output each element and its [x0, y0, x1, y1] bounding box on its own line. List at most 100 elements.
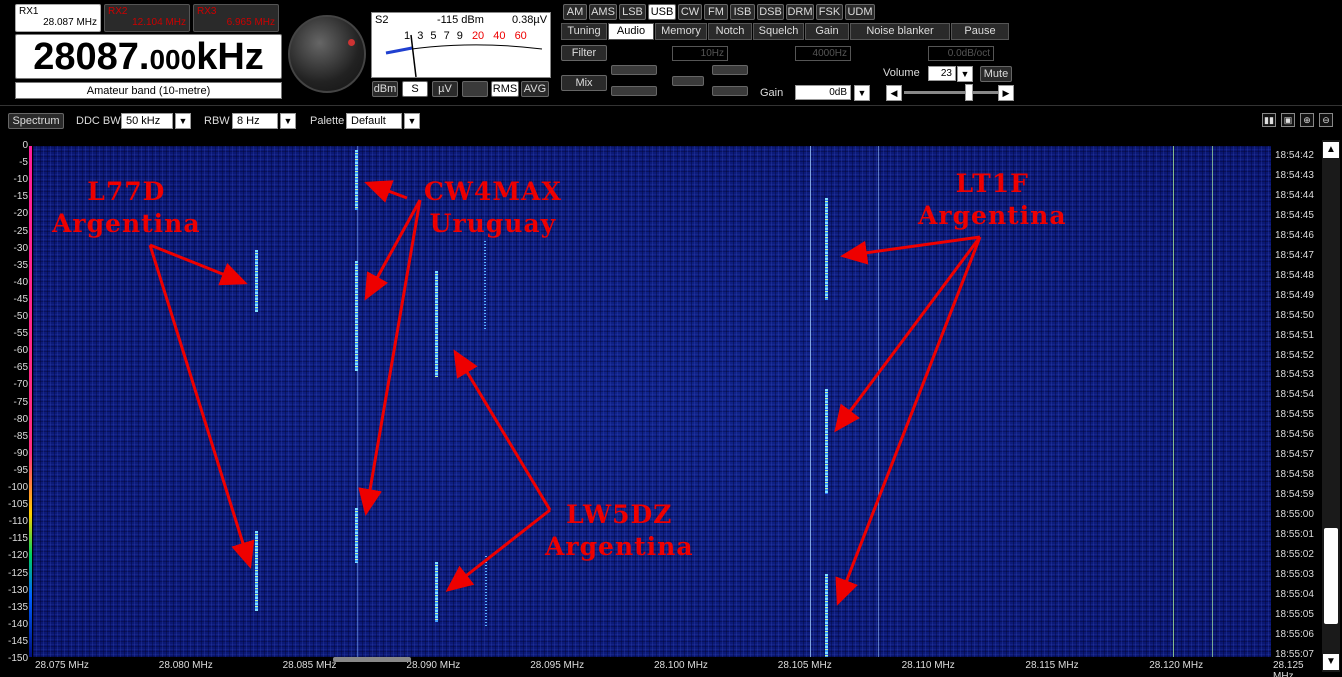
time-tick-label: 18:54:59: [1275, 489, 1314, 501]
time-tick-label: 18:55:00: [1275, 509, 1314, 521]
rbw-select[interactable]: 8 Hz: [232, 113, 278, 129]
annotation-lt1f-country: Argentina: [918, 201, 1067, 230]
zoom-out-icon[interactable]: ⊖: [1319, 113, 1333, 127]
mix-button[interactable]: Mix: [561, 75, 607, 91]
freq-main: 28087.: [33, 36, 150, 78]
volume-slider-track[interactable]: [904, 91, 998, 94]
mode-lsb-button[interactable]: LSB: [619, 4, 646, 20]
mode-drm-button[interactable]: DRM: [786, 4, 814, 20]
time-tick-label: 18:54:58: [1275, 469, 1314, 481]
tab-tuning[interactable]: Tuning: [561, 23, 607, 40]
mix-slot-3: [672, 76, 704, 86]
scroll-thumb[interactable]: [1324, 528, 1338, 624]
rx2-tab[interactable]: RX2 12.104 MHz: [104, 4, 190, 32]
db-tick-label: -35: [13, 259, 28, 271]
cw-signal-trace: [255, 250, 258, 312]
volume-field[interactable]: 23: [928, 66, 956, 81]
rms-button[interactable]: RMS: [491, 81, 519, 97]
gain-field[interactable]: 0dB: [795, 85, 851, 100]
time-tick-label: 18:54:56: [1275, 429, 1314, 441]
zoom-in-icon[interactable]: ⊕: [1300, 113, 1314, 127]
cw-signal-trace: [435, 271, 438, 377]
tuning-knob[interactable]: [288, 15, 366, 93]
time-tick-label: 18:55:04: [1275, 588, 1314, 600]
avg-button[interactable]: AVG: [521, 81, 549, 97]
mode-udm-button[interactable]: UDM: [845, 4, 875, 20]
ddc-bw-dropdown-icon[interactable]: ▼: [175, 113, 191, 129]
rx3-tab[interactable]: RX3 6.965 MHz: [193, 4, 279, 32]
freq-tick-label: 28.115 MHz: [1025, 660, 1079, 671]
freq-unit: kHz: [196, 36, 264, 78]
db-tick-label: -25: [13, 225, 28, 237]
scroll-up-icon[interactable]: ▲: [1323, 142, 1339, 158]
ddc-bw-select[interactable]: 50 kHz: [121, 113, 173, 129]
rx2-label: RX2: [108, 6, 128, 17]
tab-memory[interactable]: Memory: [655, 23, 707, 40]
filter-button[interactable]: Filter: [561, 45, 607, 61]
time-tick-label: 18:54:55: [1275, 409, 1314, 421]
gain-dropdown-icon[interactable]: ▼: [854, 85, 870, 101]
volume-dropdown-icon[interactable]: ▼: [957, 66, 973, 82]
knob-indicator: [348, 39, 355, 46]
tab-noise-blanker[interactable]: Noise blanker: [850, 23, 950, 40]
uv-button[interactable]: µV: [432, 81, 458, 97]
annotation-l77d-country: Argentina: [52, 209, 201, 238]
palette-select[interactable]: Default: [346, 113, 402, 129]
mode-fsk-button[interactable]: FSK: [816, 4, 843, 20]
db-tick-label: -145: [7, 635, 28, 647]
mode-ams-button[interactable]: AMS: [589, 4, 617, 20]
volume-left-arrow-icon[interactable]: ◀: [886, 85, 902, 101]
spectrum-button[interactable]: Spectrum: [8, 113, 64, 129]
volume-slider-thumb[interactable]: [965, 84, 973, 101]
time-tick-label: 18:54:57: [1275, 449, 1314, 461]
cw-signal-trace: [825, 198, 828, 300]
mode-am-button[interactable]: AM: [563, 4, 587, 20]
frequency-display[interactable]: 28087.000kHz: [15, 34, 282, 79]
rbw-dropdown-icon[interactable]: ▼: [280, 113, 296, 129]
mode-cw-button[interactable]: CW: [678, 4, 702, 20]
db-tick-label: -50: [13, 311, 28, 322]
mode-fm-button[interactable]: FM: [704, 4, 728, 20]
volume-right-arrow-icon[interactable]: ▶: [998, 85, 1014, 101]
palette-dropdown-icon[interactable]: ▼: [404, 113, 420, 129]
cw-signal-trace: [255, 531, 258, 611]
tab-squelch[interactable]: Squelch: [753, 23, 804, 40]
pause-icon[interactable]: ▮▮: [1262, 113, 1276, 127]
time-tick-label: 18:55:03: [1275, 568, 1314, 580]
time-tick-label: 18:54:52: [1275, 349, 1314, 361]
smeter-needle: [385, 34, 543, 78]
db-tick-label: -95: [13, 464, 28, 476]
vertical-scrollbar[interactable]: ▲ ▼: [1322, 140, 1340, 672]
carrier-line: [878, 146, 879, 657]
horizontal-scroll-thumb[interactable]: [333, 657, 411, 662]
mode-usb-button[interactable]: USB: [648, 4, 676, 20]
dbm-button[interactable]: dBm: [372, 81, 398, 97]
gain-label: Gain: [760, 87, 784, 99]
tab-gain[interactable]: Gain: [805, 23, 849, 40]
rx1-tab[interactable]: RX1 28.087 MHz: [15, 4, 101, 32]
tab-notch[interactable]: Notch: [708, 23, 752, 40]
low-cut-field[interactable]: 10Hz: [672, 46, 728, 61]
mode-isb-button[interactable]: ISB: [730, 4, 755, 20]
time-tick-label: 18:55:01: [1275, 529, 1314, 541]
db-tick-label: -110: [8, 516, 28, 528]
volume-label: Volume: [883, 67, 920, 79]
tab-pause[interactable]: Pause: [951, 23, 1009, 40]
db-tick-label: -20: [13, 208, 28, 220]
db-tick-label: -70: [13, 379, 28, 391]
high-cut-field[interactable]: 4000Hz: [795, 46, 851, 61]
mute-button[interactable]: Mute: [980, 66, 1012, 82]
db-color-bar: [29, 146, 32, 657]
scroll-down-icon[interactable]: ▼: [1323, 654, 1339, 670]
tab-audio[interactable]: Audio: [608, 23, 654, 40]
mode-dsb-button[interactable]: DSB: [757, 4, 784, 20]
db-tick-label: -125: [7, 567, 28, 579]
save-icon[interactable]: ▣: [1281, 113, 1295, 127]
waterfall-display[interactable]: [33, 146, 1271, 657]
time-tick-label: 18:55:07: [1275, 648, 1314, 660]
time-tick-label: 18:54:45: [1275, 209, 1314, 221]
slope-field[interactable]: 0.0dB/oct: [928, 46, 994, 61]
time-tick-label: 18:55:05: [1275, 608, 1314, 620]
db-tick-label: -65: [13, 362, 28, 374]
s-button[interactable]: S: [402, 81, 428, 97]
